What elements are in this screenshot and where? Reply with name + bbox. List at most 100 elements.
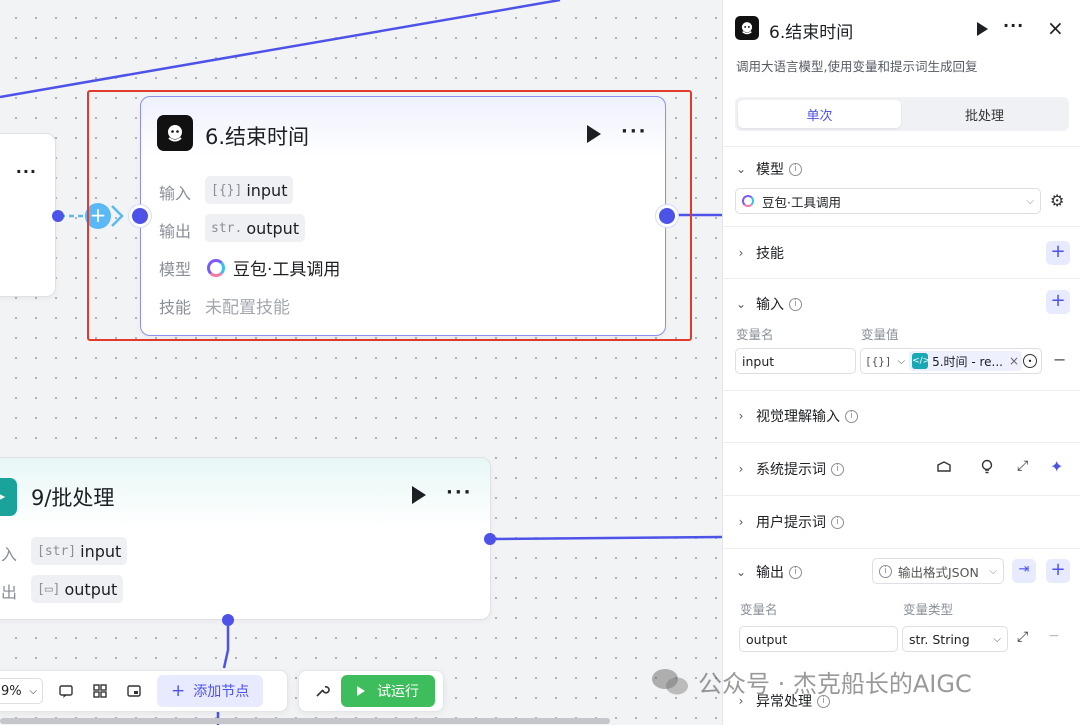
doubao-logo-icon <box>742 195 754 207</box>
lightbulb-icon[interactable] <box>979 459 995 479</box>
output-label: 输出 <box>159 222 192 241</box>
output-var-name-field[interactable]: output <box>739 626 898 652</box>
info-icon: i <box>789 565 802 579</box>
image-array-type-icon: [▭] <box>37 581 61 597</box>
mode-tabs: 单次 批处理 <box>735 97 1069 131</box>
zoom-select[interactable]: 9% ⌵ <box>0 678 43 704</box>
section-label: 系统提示词 <box>756 462 826 478</box>
section-skills[interactable]: › 技能 <box>736 243 784 263</box>
remove-row-icon[interactable]: − <box>1053 350 1066 369</box>
type-select[interactable]: [{}] <box>865 355 892 368</box>
reference-label: 5.时间 - re... <box>932 354 1003 369</box>
run-icon[interactable] <box>412 486 426 504</box>
section-input[interactable]: ⌄ 输入 i <box>736 294 802 314</box>
run-toolbar: 试运行 <box>298 670 444 712</box>
input-var-value-field[interactable]: [{}] ⌵ </> 5.时间 - re... × • <box>860 348 1042 374</box>
watermark: 公众号 · 杰克船长的AIGC <box>650 664 972 699</box>
batch-node-output-port[interactable] <box>484 533 496 545</box>
close-icon[interactable]: × <box>1047 16 1064 40</box>
expand-icon[interactable]: ⤢ <box>1017 629 1028 645</box>
chevron-down-icon[interactable]: ⌵ <box>898 356 906 367</box>
output-type-select[interactable]: str. String ⌵ <box>902 626 1008 652</box>
add-skill-button[interactable]: + <box>1046 241 1070 265</box>
chevron-down-icon: ⌵ <box>29 685 37 697</box>
model-name: 豆包·工具调用 <box>762 194 841 210</box>
horizontal-scrollbar[interactable] <box>0 718 610 724</box>
output-value: output <box>64 579 118 599</box>
section-label: 模型 <box>756 162 784 178</box>
col-var-name: 变量名 <box>740 602 778 617</box>
reference-tag: </> 5.时间 - re... × <box>909 351 1023 371</box>
try-run-button[interactable]: 试运行 <box>341 675 435 707</box>
run-icon[interactable] <box>977 22 988 36</box>
wechat-icon <box>652 668 688 694</box>
output-value: output <box>246 218 300 238</box>
more-icon[interactable]: ··· <box>621 121 648 142</box>
gear-icon[interactable]: ⚙ <box>1050 191 1064 210</box>
output-format: 输出格式JSON <box>898 564 979 580</box>
more-icon[interactable]: ··· <box>16 162 37 181</box>
model-label: 模型 <box>159 260 192 279</box>
robot-icon <box>157 115 193 151</box>
output-var-name: output <box>746 631 788 647</box>
section-label: 输入 <box>756 297 784 313</box>
add-node-button[interactable]: + 添加节点 <box>157 675 264 707</box>
info-icon: i <box>831 515 844 529</box>
llm-node[interactable]: 6.结束时间 ··· 输入 [{}] input 输出 str. output … <box>140 96 666 336</box>
variable-picker-icon[interactable]: • <box>1023 354 1037 368</box>
watermark-text: 公众号 · 杰克船长的AIGC <box>698 670 972 698</box>
batch-node-bottom-port[interactable] <box>222 614 234 626</box>
model-select[interactable]: 豆包·工具调用 ⌵ <box>735 188 1041 214</box>
tab-batch[interactable]: 批处理 <box>903 100 1066 128</box>
more-icon[interactable]: ··· <box>1003 16 1024 35</box>
minimap-icon[interactable] <box>117 683 151 699</box>
panel-title: 6.结束时间 <box>769 23 854 43</box>
run-icon[interactable] <box>587 125 601 143</box>
remove-icon[interactable]: × <box>1009 354 1019 368</box>
divider <box>723 390 1080 391</box>
main-node-output-port[interactable] <box>656 205 678 227</box>
section-output[interactable]: ⌄ 输出 i <box>736 562 802 582</box>
input-value: input <box>80 541 122 561</box>
canvas-toolbar: 9% ⌵ + 添加节点 <box>0 670 288 712</box>
wrench-icon[interactable] <box>305 683 339 699</box>
prompt-library-icon[interactable] <box>936 459 952 479</box>
input-chip: [{}] input <box>205 176 294 204</box>
input-var-name-field[interactable]: input <box>735 348 856 374</box>
remove-row-icon[interactable]: − <box>1048 628 1060 644</box>
layout-icon[interactable] <box>83 683 117 699</box>
panel-description: 调用大语言模型,使用变量和提示词生成回复 <box>736 59 978 74</box>
col-var-type: 变量类型 <box>903 602 954 617</box>
input-value: input <box>246 180 288 200</box>
section-vision-input[interactable]: › 视觉理解输入 i <box>736 406 858 426</box>
add-output-button[interactable]: + <box>1046 559 1070 583</box>
batch-node[interactable]: 9/批处理 ··· 入 [str] input 出 [▭] output <box>0 457 491 620</box>
more-icon[interactable]: ··· <box>446 482 473 503</box>
plus-icon: + <box>171 681 186 701</box>
add-input-button[interactable]: + <box>1046 290 1070 314</box>
section-user-prompt[interactable]: › 用户提示词 i <box>736 512 844 532</box>
section-model[interactable]: ⌄ 模型 i <box>736 159 802 179</box>
chevron-right-icon: › <box>738 515 744 529</box>
chevron-down-icon: ⌵ <box>1026 195 1034 207</box>
input-label: 入 <box>1 545 18 564</box>
workflow-canvas[interactable]: ··· + 6.结束时间 ··· 输入 [{}] input 输出 str. o… <box>0 0 722 725</box>
object-type-icon: [{}] <box>211 182 243 198</box>
main-node-input-port[interactable] <box>129 205 151 227</box>
tab-single[interactable]: 单次 <box>738 100 901 128</box>
comment-icon[interactable] <box>49 683 83 699</box>
output-format-select[interactable]: i 输出格式JSON ⌵ <box>872 558 1004 584</box>
batch-icon <box>0 478 17 516</box>
info-icon: i <box>879 564 892 578</box>
play-icon <box>357 686 365 696</box>
chevron-right-icon: › <box>738 462 744 476</box>
section-system-prompt[interactable]: › 系统提示词 i <box>736 459 844 479</box>
previous-node-output-port[interactable] <box>52 210 64 222</box>
previous-node[interactable]: ··· <box>0 133 56 297</box>
import-icon[interactable]: ⇥ <box>1012 559 1036 583</box>
divider <box>723 495 1080 496</box>
divider <box>723 146 1080 147</box>
sparkle-icon[interactable]: ✦ <box>1050 457 1063 476</box>
expand-icon[interactable]: ⤢ <box>1017 458 1028 474</box>
code-icon: </> <box>912 353 930 369</box>
